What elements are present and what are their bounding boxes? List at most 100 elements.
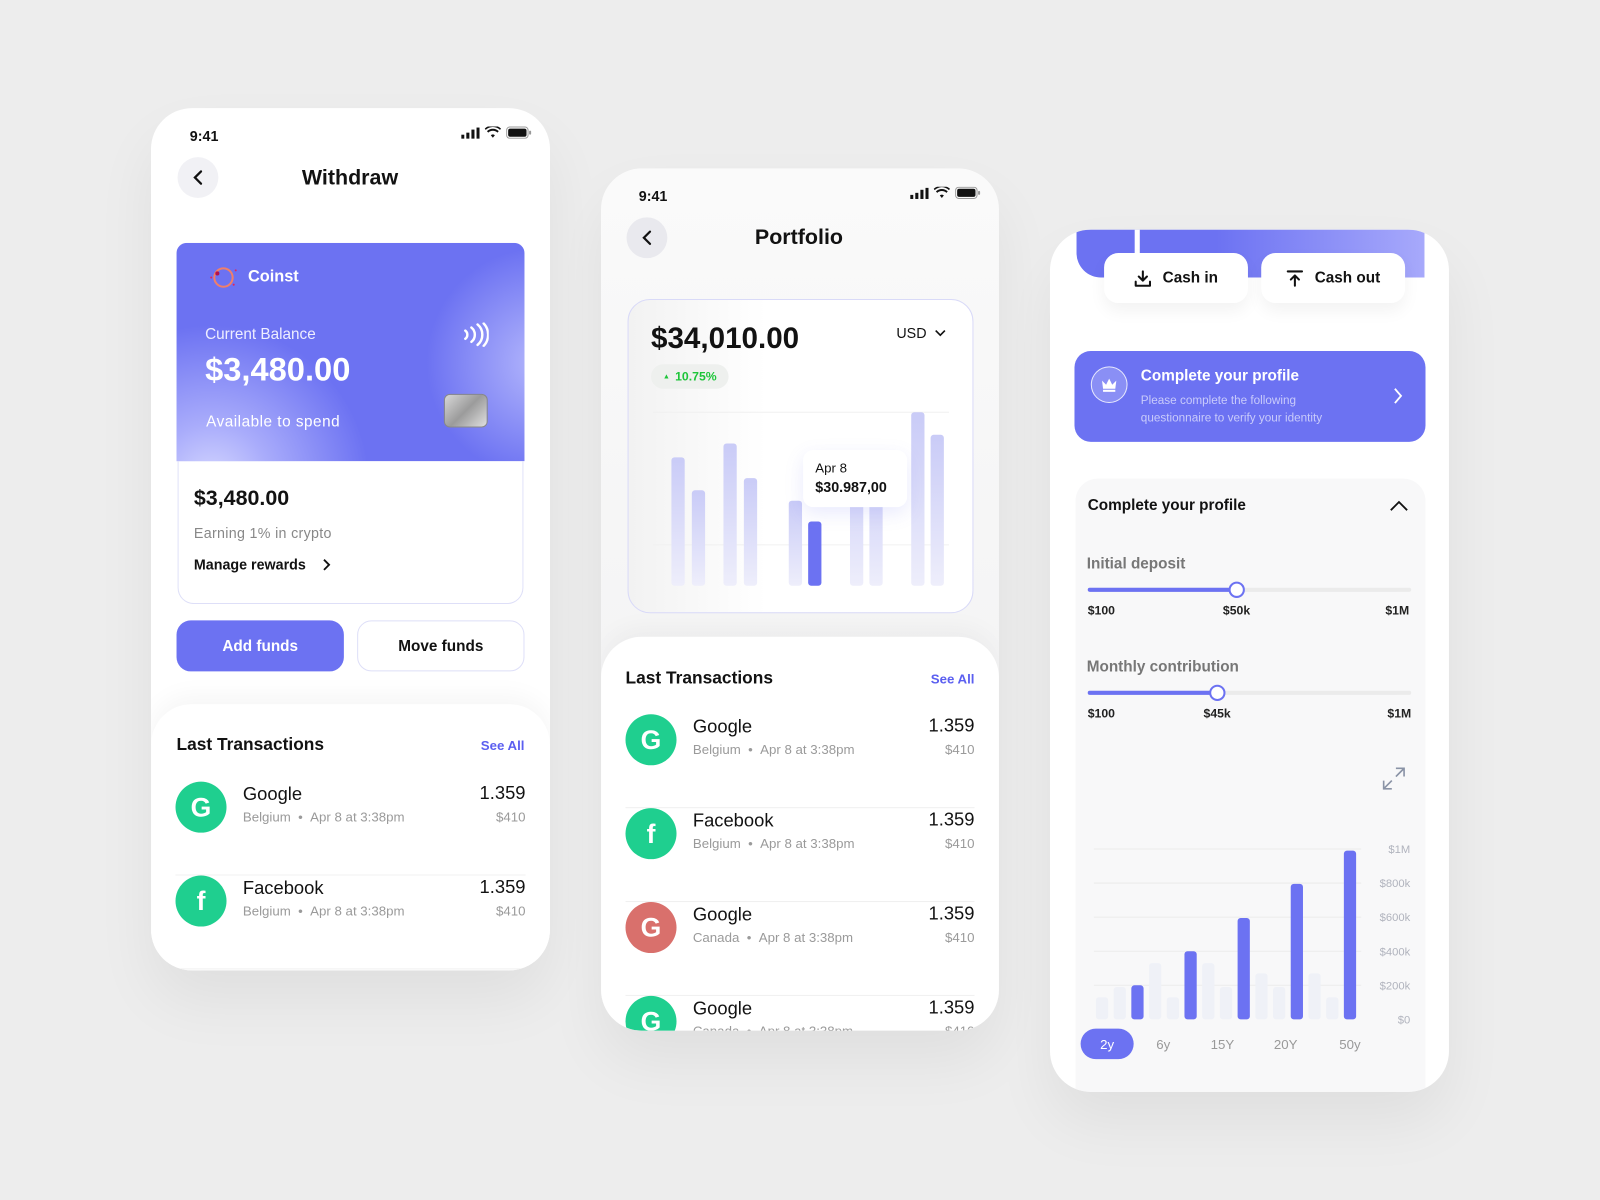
bar-highlighted <box>1343 850 1357 1020</box>
transaction-meta: Canada • Apr 8 at 3:38pm <box>692 929 854 945</box>
y-tick-label: $400k <box>1380 946 1411 958</box>
bar[interactable] <box>691 490 706 586</box>
transaction-time: Apr 8 at 3:38pm <box>760 835 855 852</box>
period-tab-2y[interactable]: 2y <box>1080 1028 1134 1060</box>
transaction-amount: 1.359 <box>928 903 975 924</box>
transaction-meta: Belgium • Apr 8 at 3:38pm <box>692 835 855 852</box>
transaction-name: Google <box>692 716 753 737</box>
facebook-logo-icon: f <box>625 808 677 860</box>
bar[interactable] <box>788 500 803 586</box>
transaction-amount: 1.359 <box>928 715 975 736</box>
bar[interactable] <box>911 412 925 586</box>
bar[interactable] <box>723 443 737 586</box>
bar <box>1113 987 1126 1020</box>
cash-out-label: Cash out <box>1314 269 1381 287</box>
bar <box>1095 997 1109 1020</box>
bar <box>1308 973 1321 1020</box>
google-logo-icon: G <box>625 995 677 1031</box>
bar[interactable] <box>671 457 685 586</box>
monthly-contribution-label: Monthly contribution <box>1086 658 1239 676</box>
slider-value: $50k <box>1222 603 1251 618</box>
y-tick-label: $800k <box>1380 878 1411 890</box>
bar[interactable] <box>930 434 944 586</box>
wifi-icon <box>484 126 502 138</box>
available-label: Available to spend <box>206 413 341 431</box>
slider-fill <box>1087 587 1237 592</box>
see-all-link[interactable]: See All <box>481 738 525 753</box>
monthly-contribution-slider[interactable] <box>1087 684 1412 702</box>
transaction-country: Belgium <box>692 741 741 758</box>
bar <box>1149 963 1162 1020</box>
chevron-left-icon <box>642 230 652 245</box>
chart-tooltip: Apr 8 $30.987,00 <box>803 449 908 508</box>
signal-icon <box>910 187 929 199</box>
google-logo-icon: G <box>175 781 227 833</box>
signal-icon <box>461 127 480 139</box>
transaction-time: Apr 8 at 3:38pm <box>758 929 854 945</box>
chevron-right-icon <box>1394 388 1403 404</box>
balance-label: Current Balance <box>205 325 316 343</box>
cash-in-button[interactable]: Cash in <box>1104 253 1248 304</box>
card-brand: Coinst <box>247 268 299 286</box>
y-tick-label: $200k <box>1380 980 1411 992</box>
google-logo-icon: G <box>625 714 677 766</box>
slider-min: $100 <box>1087 603 1115 618</box>
see-all-link[interactable]: See All <box>931 671 975 686</box>
move-funds-button[interactable]: Move funds <box>357 620 525 672</box>
slider-thumb[interactable] <box>1228 581 1245 598</box>
chevron-up-icon[interactable] <box>1390 500 1408 511</box>
manage-rewards-link[interactable]: Manage rewards <box>193 556 331 573</box>
bar-highlighted[interactable] <box>808 521 822 586</box>
withdraw-screen: 9:41 Withdraw Coinst Current Balance $3,… <box>151 108 550 971</box>
transaction-meta: Belgium • Apr 8 at 3:38pm <box>242 809 405 825</box>
facebook-logo-icon: f <box>175 875 227 927</box>
initial-deposit-slider[interactable] <box>1087 581 1412 598</box>
transaction-row[interactable]: G Google Belgium • Apr 8 at 3:38pm 1.359… <box>625 714 975 809</box>
transaction-amount: 1.359 <box>479 876 526 897</box>
status-time: 9:41 <box>638 187 668 205</box>
transaction-time: Apr 8 at 3:38pm <box>310 903 405 919</box>
manage-rewards-label: Manage rewards <box>193 556 306 573</box>
transaction-row[interactable]: f Facebook Belgium • Apr 8 at 3:38pm 1.3… <box>175 875 526 970</box>
slider-min: $100 <box>1087 706 1115 721</box>
transaction-amount: 1.359 <box>928 996 975 1018</box>
y-tick-label: $0 <box>1398 1014 1410 1026</box>
period-tab-20y[interactable]: 20Y <box>1259 1029 1312 1060</box>
transaction-usd: $410 <box>944 929 975 945</box>
chevron-right-icon <box>323 558 331 571</box>
cash-out-button[interactable]: Cash out <box>1261 253 1406 304</box>
transaction-time: Apr 8 at 3:38pm <box>760 741 855 758</box>
transaction-row[interactable]: f Facebook Belgium • Apr 8 at 3:38pm 1.3… <box>625 808 975 903</box>
complete-profile-banner[interactable]: Complete your profile Please complete th… <box>1074 351 1426 442</box>
bar <box>1202 963 1215 1020</box>
back-button[interactable] <box>626 217 668 259</box>
battery-icon <box>955 186 981 199</box>
page-title: Withdraw <box>301 166 399 190</box>
transactions-title: Last Transactions <box>625 668 774 688</box>
period-tab-15y[interactable]: 15Y <box>1196 1029 1249 1060</box>
transaction-name: Google <box>692 904 753 925</box>
bar <box>1255 973 1268 1020</box>
upload-icon <box>1287 269 1304 287</box>
balance-card[interactable]: Coinst Current Balance $3,480.00 Availab… <box>176 242 525 462</box>
transaction-row[interactable]: G Google Canada • Apr 8 at 3:38pm 1.359 … <box>625 995 975 1031</box>
balance-amount: $3,480.00 <box>205 351 351 388</box>
bar-highlighted <box>1184 951 1197 1020</box>
transaction-meta: Belgium • Apr 8 at 3:38pm <box>242 903 405 919</box>
slider-max: $1M <box>1387 706 1412 721</box>
cash-in-label: Cash in <box>1162 269 1218 287</box>
bar <box>1273 987 1286 1020</box>
transaction-row[interactable]: G Google Canada • Apr 8 at 3:38pm 1.359 … <box>625 902 975 996</box>
banner-subtitle: Please complete the following questionna… <box>1140 394 1323 425</box>
expand-icon[interactable] <box>1382 766 1406 790</box>
transaction-amount: 1.359 <box>479 782 526 804</box>
back-button[interactable] <box>177 157 219 198</box>
bar-highlighted <box>1237 917 1250 1020</box>
period-tab-50y[interactable]: 50y <box>1323 1029 1376 1060</box>
bar[interactable] <box>743 478 758 586</box>
add-funds-button[interactable]: Add funds <box>176 620 344 672</box>
slider-thumb[interactable] <box>1208 684 1226 702</box>
period-tab-6y[interactable]: 6y <box>1137 1029 1190 1060</box>
transaction-row[interactable]: G Google Belgium • Apr 8 at 3:38pm 1.359… <box>175 781 526 876</box>
transactions-sheet: Last Transactions See All G Google Belgi… <box>151 704 550 971</box>
